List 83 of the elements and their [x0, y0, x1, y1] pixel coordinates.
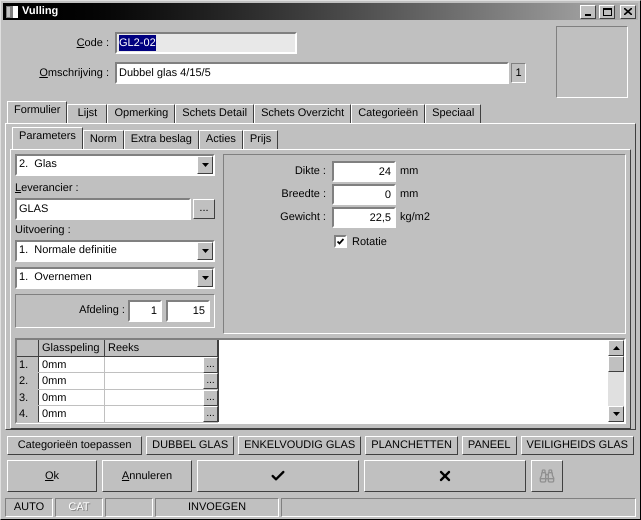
up-arrow-icon [612, 346, 620, 350]
department-field[interactable]: 1 [128, 300, 162, 322]
tab[interactable]: Schets Detail [175, 104, 254, 123]
field-label: Code : [76, 36, 109, 51]
status-panel: INVOEGEN [155, 498, 279, 517]
table-cell: 0mm [39, 373, 105, 389]
unit-label: mm [400, 164, 418, 180]
window-icon [5, 4, 19, 19]
tab[interactable]: Schets Overzicht [254, 104, 352, 123]
cross-button[interactable] [364, 460, 526, 492]
row-number: 2. [17, 373, 39, 389]
row-number: 1. [17, 356, 39, 372]
tab[interactable]: Opmerking [107, 104, 176, 123]
check-button[interactable] [197, 460, 359, 492]
description-field[interactable]: Dubbel glas 4/15/5 [115, 62, 509, 84]
tab[interactable]: Categorieën [351, 104, 426, 123]
field-label: Breedte : [281, 187, 326, 202]
tab[interactable]: Formulier [7, 100, 68, 123]
window-title: Vulling [22, 4, 60, 20]
browse-button[interactable]: ... [203, 390, 218, 406]
dropdown[interactable]: 2. Glas [15, 154, 215, 176]
status-panel: AUTO [5, 498, 53, 517]
browse-button[interactable]: ... [203, 406, 218, 422]
maximize-icon [602, 8, 612, 16]
browse-button[interactable]: ... [203, 373, 218, 390]
tab[interactable]: Parameters [12, 126, 83, 149]
table-cell: 0mm [39, 390, 105, 406]
field-label: Leverancier : [15, 180, 79, 196]
tab[interactable]: Acties [198, 130, 243, 149]
maximize-button[interactable] [599, 4, 615, 19]
measurement-field[interactable]: 0 [332, 184, 396, 206]
unit-label: mm [400, 187, 418, 202]
category-button[interactable]: ENKELVOUDIG GLAS [238, 436, 362, 455]
tab[interactable]: Norm [82, 130, 124, 149]
action-button[interactable]: Ok [7, 460, 97, 492]
close-button[interactable] [620, 4, 636, 19]
tab[interactable]: Prijs [242, 130, 278, 149]
category-button[interactable]: PANEEL [462, 436, 517, 455]
browse-button[interactable]: ... [193, 198, 215, 219]
row-number: 4. [17, 406, 39, 422]
browse-button[interactable]: ... [203, 356, 218, 373]
table-cell: 0mm [39, 406, 105, 422]
column-header[interactable]: Reeks [105, 340, 218, 356]
tab[interactable]: Extra beslag [124, 130, 199, 149]
dropdown-arrow-icon [202, 162, 208, 167]
count-badge: 1 [511, 63, 526, 84]
category-button[interactable]: VEILIGHEIDS GLAS [520, 436, 634, 455]
checkmark-icon [337, 238, 344, 246]
column-header[interactable]: Glasspeling [39, 340, 105, 356]
rotation-checkbox[interactable] [334, 235, 347, 248]
close-icon [624, 8, 632, 16]
minimize-icon [585, 14, 591, 16]
row-number: 3. [17, 390, 39, 406]
category-button[interactable]: PLANCHETTEN [365, 436, 458, 455]
binoculars-icon [539, 468, 555, 484]
unit-label: kg/m2 [400, 210, 430, 226]
rotation-label: Rotatie [352, 234, 387, 250]
category-button[interactable]: DUBBEL GLAS [146, 436, 234, 455]
tab[interactable]: Speciaal [425, 104, 482, 123]
apply-categories-button[interactable]: Categorieën toepassen [7, 436, 142, 455]
code-field[interactable]: GL2-02 [115, 32, 297, 54]
department-field[interactable]: 15 [166, 300, 210, 322]
status-panel: CAT [55, 498, 103, 517]
table-cell: 0mm [39, 356, 105, 372]
field-label: Dikte : [294, 164, 326, 180]
down-arrow-icon [612, 412, 620, 416]
measurement-field[interactable]: 24 [332, 161, 396, 182]
field-label: Afdeling : [79, 303, 125, 318]
scrollbar-thumb[interactable] [608, 356, 624, 372]
dropdown-arrow-icon [202, 248, 208, 253]
field-label: Omschrijving : [39, 66, 109, 81]
tab[interactable]: Lijst [67, 104, 108, 123]
minimize-button[interactable] [580, 4, 596, 19]
status-panel [105, 498, 153, 517]
field-label: Gewicht : [280, 210, 326, 226]
dropdown-arrow-icon [202, 276, 208, 280]
supplier-field[interactable]: GLAS [15, 198, 191, 220]
field-label: Uitvoering : [15, 222, 71, 238]
dropdown[interactable]: 1. Normale definitie [15, 240, 215, 262]
dropdown[interactable]: 1. Overnemen [15, 266, 215, 289]
action-button[interactable]: Annuleren [102, 460, 192, 492]
scrollbar[interactable] [608, 340, 624, 422]
measurement-field[interactable]: 22,5 [332, 207, 396, 228]
